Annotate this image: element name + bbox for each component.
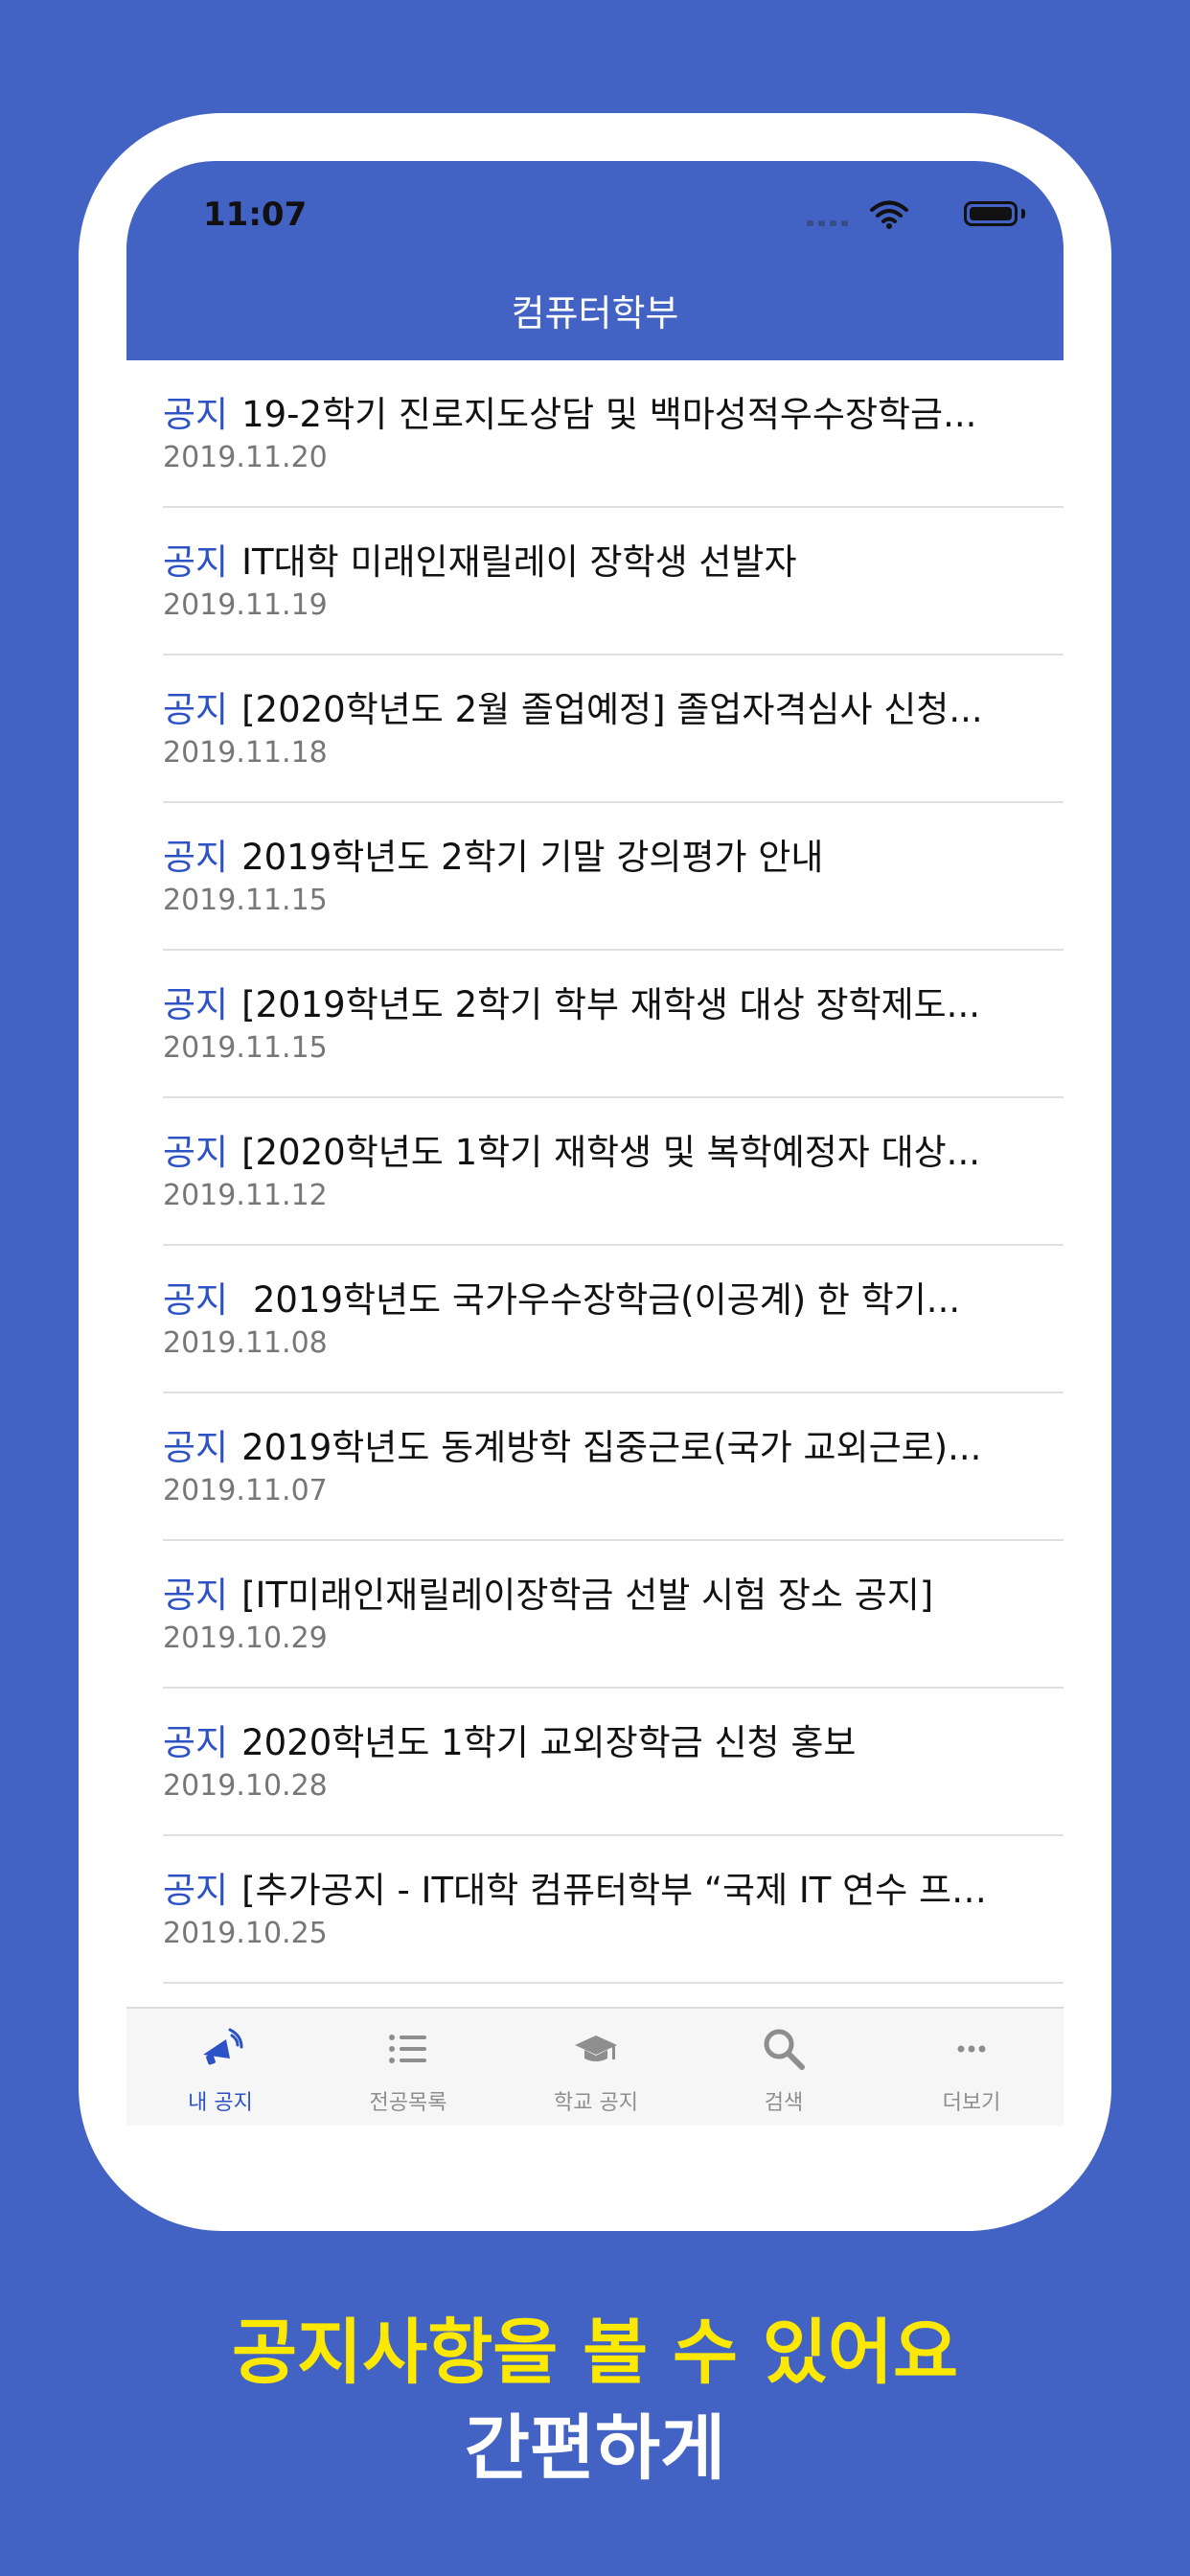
list-item[interactable]: 공지 2019학년도 2학기 기말 강의평가 안내 2019.11.15 bbox=[163, 803, 1064, 951]
list-item[interactable]: 공지 19-2학기 진로지도상담 및 백마성적우수장학금... 2019.11.20 bbox=[163, 360, 1064, 508]
notice-tag: 공지 bbox=[163, 1575, 229, 1616]
tab-list[interactable]: 전공목록 bbox=[314, 2009, 502, 2126]
notice-title: 공지 [추가공지 - IT대학 컴퓨터학부 “국제 IT 연수 프… bbox=[163, 1861, 1025, 1913]
notice-title-text: 2019학년도 2학기 기말 강의평가 안내 bbox=[241, 837, 824, 878]
notice-date: 2019.11.20 bbox=[163, 441, 328, 474]
notice-title-text: [2019학년도 2학기 학부 재학생 대상 장학제도... bbox=[241, 984, 980, 1025]
page-title: 컴퓨터학부 bbox=[511, 292, 679, 334]
notice-title: 공지 19-2학기 진로지도상담 및 백마성적우수장학금... bbox=[163, 385, 1025, 437]
notice-tag: 공지 bbox=[163, 1279, 229, 1321]
list-item[interactable]: 공지 2020학년도 1학기 교외장학금 신청 홍보 2019.10.28 bbox=[163, 1689, 1064, 1836]
notice-tag: 공지 bbox=[163, 541, 229, 583]
caption-line-2: 간편하게 bbox=[464, 2407, 726, 2490]
battery-tip bbox=[1021, 209, 1025, 218]
tab-label: 검색 bbox=[764, 2091, 804, 2115]
notice-tag: 공지 bbox=[163, 1427, 229, 1468]
tab-megaphone[interactable]: 내 공지 bbox=[126, 2009, 314, 2126]
notice-title-text: 2019학년도 국가우수장학금(이공계) 한 학기... bbox=[241, 1279, 961, 1321]
notice-date: 2019.11.12 bbox=[163, 1179, 328, 1212]
tab-bar: 내 공지 전공목록 학교 공지 검색 더보기 bbox=[126, 2007, 1064, 2126]
list-item[interactable]: 공지 [2020학년도 2월 졸업예정] 졸업자격심사 신청... 2019.11.… bbox=[163, 656, 1064, 803]
list-item[interactable]: 공지 [2020학년도 1학기 재학생 및 복학예정자 대상... 2019.11.… bbox=[163, 1098, 1064, 1246]
notice-tag: 공지 bbox=[163, 689, 229, 730]
tab-search[interactable]: 검색 bbox=[690, 2009, 878, 2126]
list-item[interactable]: 공지 [추가공지 - IT대학 컴퓨터학부 “국제 IT 연수 프… 2019.10… bbox=[163, 1836, 1064, 1984]
notice-title-text: 19-2학기 진로지도상담 및 백마성적우수장학금... bbox=[241, 394, 977, 435]
list-item[interactable]: 공지 2019학년도 동계방학 집중근로(국가 교외근로)... 2019.11.0… bbox=[163, 1393, 1064, 1541]
tab-more[interactable]: 더보기 bbox=[878, 2009, 1064, 2126]
notice-title-text: [2020학년도 1학기 재학생 및 복학예정자 대상... bbox=[241, 1132, 980, 1173]
tab-label: 학교 공지 bbox=[554, 2091, 638, 2115]
notice-tag: 공지 bbox=[163, 984, 229, 1025]
tab-label: 더보기 bbox=[942, 2091, 1001, 2115]
notice-title: 공지 [2020학년도 1학기 재학생 및 복학예정자 대상... bbox=[163, 1123, 1025, 1175]
status-time: 11:07 bbox=[203, 196, 308, 234]
cellular-signal-icon bbox=[807, 217, 853, 226]
battery-icon bbox=[964, 201, 1018, 226]
tab-graduation-cap[interactable]: 학교 공지 bbox=[502, 2009, 690, 2126]
notice-tag: 공지 bbox=[163, 1870, 229, 1911]
status-icons bbox=[776, 199, 1025, 229]
search-icon bbox=[761, 2026, 807, 2072]
notice-title: 공지 [IT미래인재릴레이장학금 선발 시험 장소 공지] bbox=[163, 1566, 1025, 1618]
notice-title: 공지 2019학년도 동계방학 집중근로(국가 교외근로)... bbox=[163, 1418, 1025, 1470]
notice-title: 공지 2019학년도 2학기 기말 강의평가 안내 bbox=[163, 828, 1025, 880]
notice-title: 공지 [2019학년도 2학기 학부 재학생 대상 장학제도... bbox=[163, 976, 1025, 1027]
list-item[interactable]: 공지 2019학년도 국가우수장학금(이공계) 한 학기... 2019.11.0… bbox=[163, 1246, 1064, 1393]
more-icon bbox=[949, 2026, 995, 2072]
notice-date: 2019.11.07 bbox=[163, 1474, 328, 1507]
notice-title-text: IT대학 미래인재릴레이 장학생 선발자 bbox=[241, 541, 797, 583]
notice-date: 2019.11.08 bbox=[163, 1326, 328, 1360]
notice-list[interactable]: 공지 19-2학기 진로지도상담 및 백마성적우수장학금... 2019.11.20… bbox=[163, 360, 1064, 1984]
list-item[interactable]: 공지 [IT미래인재릴레이장학금 선발 시험 장소 공지] 2019.10.29 bbox=[163, 1541, 1064, 1689]
notice-title: 공지 2020학년도 1학기 교외장학금 신청 홍보 bbox=[163, 1714, 1025, 1765]
notice-title-text: [추가공지 - IT대학 컴퓨터학부 “국제 IT 연수 프… bbox=[241, 1870, 988, 1911]
app-screen: 11:07 컴퓨터학부 공지 19-2학기 진로지도상담 및 백마성적우수장학금.… bbox=[126, 161, 1064, 2126]
navigation-header: 11:07 컴퓨터학부 bbox=[126, 161, 1064, 360]
notice-tag: 공지 bbox=[163, 394, 229, 435]
megaphone-icon bbox=[197, 2026, 243, 2072]
notice-title: 공지 IT대학 미래인재릴레이 장학생 선발자 bbox=[163, 533, 1025, 585]
notice-date: 2019.10.25 bbox=[163, 1917, 328, 1950]
notice-title-text: 2020학년도 1학기 교외장학금 신청 홍보 bbox=[241, 1722, 857, 1763]
tab-label: 내 공지 bbox=[188, 2091, 253, 2115]
notice-title: 공지 [2020학년도 2월 졸업예정] 졸업자격심사 신청... bbox=[163, 680, 1025, 732]
graduation-cap-icon bbox=[573, 2026, 619, 2072]
notice-date: 2019.10.29 bbox=[163, 1622, 328, 1655]
notice-title-text: [2020학년도 2월 졸업예정] 졸업자격심사 신청... bbox=[241, 689, 983, 730]
list-icon bbox=[385, 2026, 431, 2072]
notice-title-text: 2019학년도 동계방학 집중근로(국가 교외근로)... bbox=[241, 1427, 982, 1468]
notice-date: 2019.10.28 bbox=[163, 1769, 328, 1803]
notice-title: 공지 2019학년도 국가우수장학금(이공계) 한 학기... bbox=[163, 1271, 1025, 1322]
notice-date: 2019.11.15 bbox=[163, 1031, 328, 1065]
tab-label: 전공목록 bbox=[369, 2091, 447, 2115]
wifi-icon bbox=[870, 200, 908, 229]
notice-date: 2019.11.15 bbox=[163, 884, 328, 917]
notice-tag: 공지 bbox=[163, 1132, 229, 1173]
notice-date: 2019.11.19 bbox=[163, 588, 328, 622]
list-item[interactable]: 공지 [2019학년도 2학기 학부 재학생 대상 장학제도... 2019.11.… bbox=[163, 951, 1064, 1098]
notice-tag: 공지 bbox=[163, 1722, 229, 1763]
notice-date: 2019.11.18 bbox=[163, 736, 328, 770]
list-item[interactable]: 공지 IT대학 미래인재릴레이 장학생 선발자 2019.11.19 bbox=[163, 508, 1064, 656]
notice-tag: 공지 bbox=[163, 837, 229, 878]
notice-title-text: [IT미래인재릴레이장학금 선발 시험 장소 공지] bbox=[241, 1575, 934, 1616]
caption-line-1: 공지사항을 볼 수 있어요 bbox=[231, 2312, 959, 2394]
